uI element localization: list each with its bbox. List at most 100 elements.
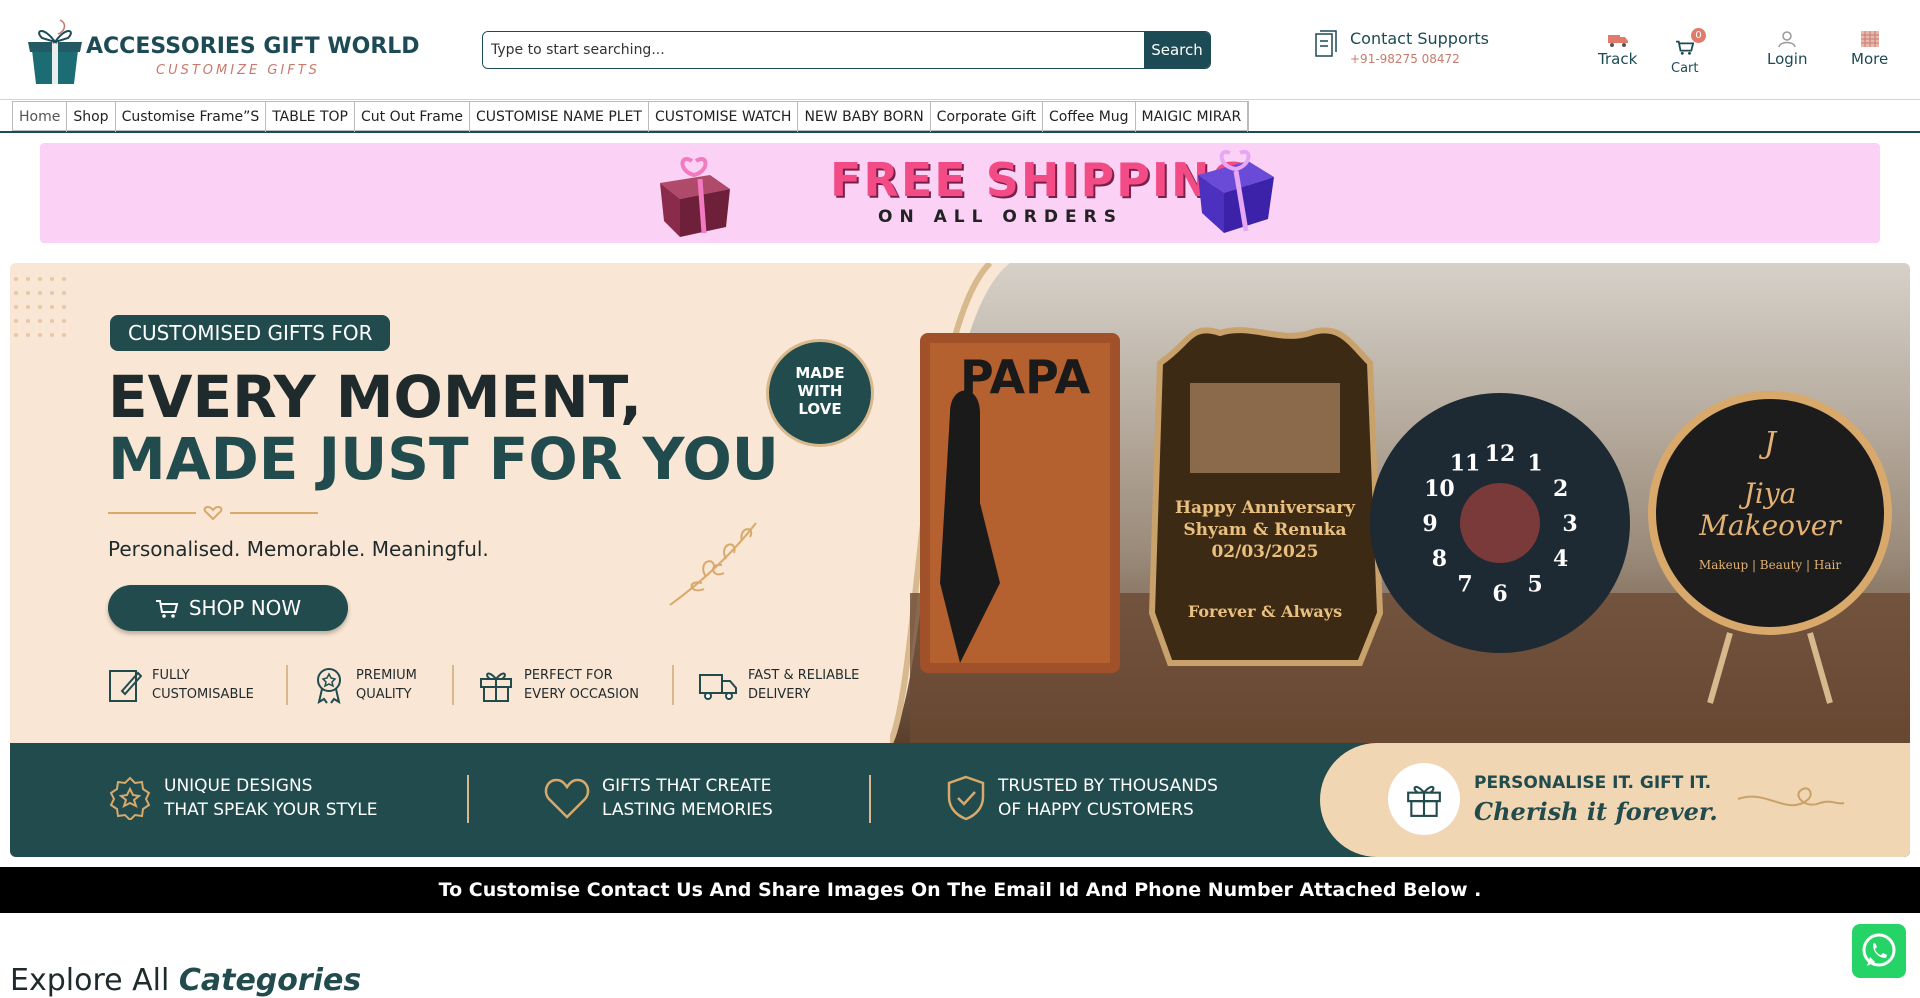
whatsapp-button[interactable] — [1852, 924, 1906, 978]
cart-count-badge: 0 — [1691, 28, 1706, 43]
clock-number: 3 — [1562, 511, 1577, 537]
clock-number: 9 — [1422, 511, 1437, 537]
clock-number: 5 — [1527, 572, 1542, 598]
hero-headline-1: EVERY MOMENT, — [108, 363, 643, 431]
leaf-branch-icon — [669, 522, 757, 606]
feature-delivery: FAST & RELIABLE DELIVERY — [698, 665, 859, 705]
feature-quality: PREMIUM QUALITY — [312, 665, 417, 705]
heart-divider — [108, 506, 318, 521]
nav-item-customise-frames[interactable]: Customise Frame”S — [116, 102, 267, 132]
shop-now-button[interactable]: SHOP NOW — [108, 585, 348, 631]
cart-icon — [155, 600, 179, 618]
more-label: More — [1851, 50, 1889, 68]
cart-button[interactable]: 0 Cart — [1671, 28, 1706, 76]
clock-number: 12 — [1485, 441, 1516, 467]
clock-number: 4 — [1553, 546, 1568, 572]
site-header: ACCESSORIES GIFT WORLD CUSTOMIZE GIFTS S… — [0, 0, 1920, 100]
badge-line-3: LOVE — [798, 400, 842, 418]
clock-number: 10 — [1424, 476, 1455, 502]
frame-title: PAPA — [960, 350, 1091, 404]
gift-box-icon — [1198, 149, 1274, 233]
feature-text: FULLY CUSTOMISABLE — [152, 668, 254, 702]
logo-title: ACCESSORIES GIFT WORLD — [86, 34, 420, 59]
plaque-line-4: Forever & Always — [1188, 602, 1342, 621]
site-logo[interactable]: ACCESSORIES GIFT WORLD CUSTOMIZE GIFTS — [24, 12, 420, 90]
logo-subtitle: CUSTOMIZE GIFTS — [156, 63, 320, 78]
badge-line-1: MADE — [795, 364, 845, 382]
gift-icon — [480, 672, 512, 702]
grid-icon — [1860, 31, 1879, 47]
sign-name-2: Makeover — [1698, 509, 1842, 542]
search-input[interactable] — [483, 32, 1144, 68]
clock-number: 2 — [1553, 476, 1568, 502]
search-bar: Search — [482, 31, 1211, 69]
gift-box-icon — [660, 157, 730, 237]
hero-pill: CUSTOMISED GIFTS FOR — [110, 315, 391, 351]
divider — [286, 665, 288, 705]
photo-clock — [1370, 393, 1630, 653]
divider — [452, 665, 454, 705]
bottom-text: TRUSTED BY THOUSANDS OF HAPPY CUSTOMERS — [998, 776, 1218, 820]
nav-menu: Home Shop Customise Frame”S TABLE TOP Cu… — [12, 101, 1250, 132]
divider — [672, 665, 674, 705]
shipping-title: FREE SHIPPING — [830, 153, 1252, 207]
plaque-line-3: 02/03/2025 — [1211, 542, 1318, 562]
personalise-line-1: PERSONALISE IT. GIFT IT. — [1474, 773, 1712, 793]
sign-name-1: Jiya — [1739, 477, 1797, 510]
nav-item-shop[interactable]: Shop — [67, 102, 116, 132]
feature-text: PERFECT FOR EVERY OCCASION — [524, 668, 639, 702]
whatsapp-icon — [1862, 933, 1896, 967]
track-label: Track — [1598, 50, 1638, 68]
bottom-unique-designs: UNIQUE DESIGNS THAT SPEAK YOUR STYLE — [108, 768, 378, 828]
badge-line-2: WITH — [797, 382, 843, 400]
nav-item-magic-mirror[interactable]: MAIGIC MIRAR — [1136, 102, 1249, 132]
main-nav: Home Shop Customise Frame”S TABLE TOP Cu… — [0, 101, 1920, 133]
feature-customisable: FULLY CUSTOMISABLE — [108, 665, 254, 705]
contact-phone: +91-98275 08472 — [1350, 52, 1460, 66]
sign-sub: Makeup | Beauty | Hair — [1699, 558, 1841, 572]
free-shipping-banner[interactable]: FREE SHIPPING ON ALL ORDERS — [40, 143, 1880, 243]
plaque-line-1: Happy Anniversary — [1175, 498, 1356, 518]
heart-swirl-icon — [1737, 787, 1845, 807]
search-button[interactable]: Search — [1144, 32, 1210, 68]
shop-now-label: SHOP NOW — [188, 596, 302, 620]
login-label: Login — [1767, 50, 1808, 68]
user-icon — [1778, 31, 1796, 48]
nav-item-new-baby-born[interactable]: NEW BABY BORN — [798, 102, 931, 132]
more-button[interactable]: More — [1851, 30, 1888, 68]
login-button[interactable]: Login — [1767, 30, 1807, 68]
track-button[interactable]: Track — [1598, 30, 1637, 68]
bottom-trusted: TRUSTED BY THOUSANDS OF HAPPY CUSTOMERS — [946, 768, 1218, 828]
product-photo: PAPA Happy Anniversary Shyam & Renuka 02… — [890, 263, 1910, 743]
cart-label: Cart — [1671, 61, 1699, 76]
dot-pattern — [14, 277, 66, 337]
nav-item-table-top[interactable]: TABLE TOP — [266, 102, 355, 132]
feature-text: FAST & RELIABLE DELIVERY — [748, 668, 860, 702]
nav-item-customise-watch[interactable]: CUSTOMISE WATCH — [649, 102, 799, 132]
truck-icon — [1607, 35, 1628, 47]
nav-item-corporate-gift[interactable]: Corporate Gift — [931, 102, 1044, 132]
nav-item-coffee-mug[interactable]: Coffee Mug — [1043, 102, 1136, 132]
gift-icon-circle — [1388, 763, 1460, 835]
personalise-line-2: Cherish it forever. — [1474, 797, 1718, 826]
plaque-line-2: Shyam & Renuka — [1183, 520, 1346, 540]
hero-headline-2: MADE JUST FOR YOU — [108, 425, 779, 493]
feature-text: PREMIUM QUALITY — [356, 668, 417, 702]
nav-item-cut-out-frame[interactable]: Cut Out Frame — [355, 102, 471, 132]
contact-title: Contact Supports — [1350, 29, 1489, 48]
bottom-lasting-memories: GIFTS THAT CREATE LASTING MEMORIES — [544, 768, 773, 828]
document-icon — [1315, 30, 1337, 57]
shield-check-icon — [947, 775, 985, 821]
clock-number: 6 — [1492, 581, 1507, 607]
star-badge-icon — [109, 776, 151, 820]
divider — [467, 775, 469, 823]
made-with-love-badge: MADE WITH LOVE — [766, 339, 874, 447]
nav-item-home[interactable]: Home — [13, 102, 68, 132]
nav-item-name-plate[interactable]: CUSTOMISE NAME PLET — [470, 102, 649, 132]
hero-tagline: Personalised. Memorable. Meaningful. — [108, 537, 489, 561]
truck-icon — [699, 674, 737, 700]
bottom-text: UNIQUE DESIGNS THAT SPEAK YOUR STYLE — [164, 776, 378, 820]
heart-icon — [544, 778, 590, 819]
bottom-text: GIFTS THAT CREATE LASTING MEMORIES — [602, 776, 773, 820]
hero-banner[interactable]: PAPA Happy Anniversary Shyam & Renuka 02… — [10, 263, 1910, 857]
